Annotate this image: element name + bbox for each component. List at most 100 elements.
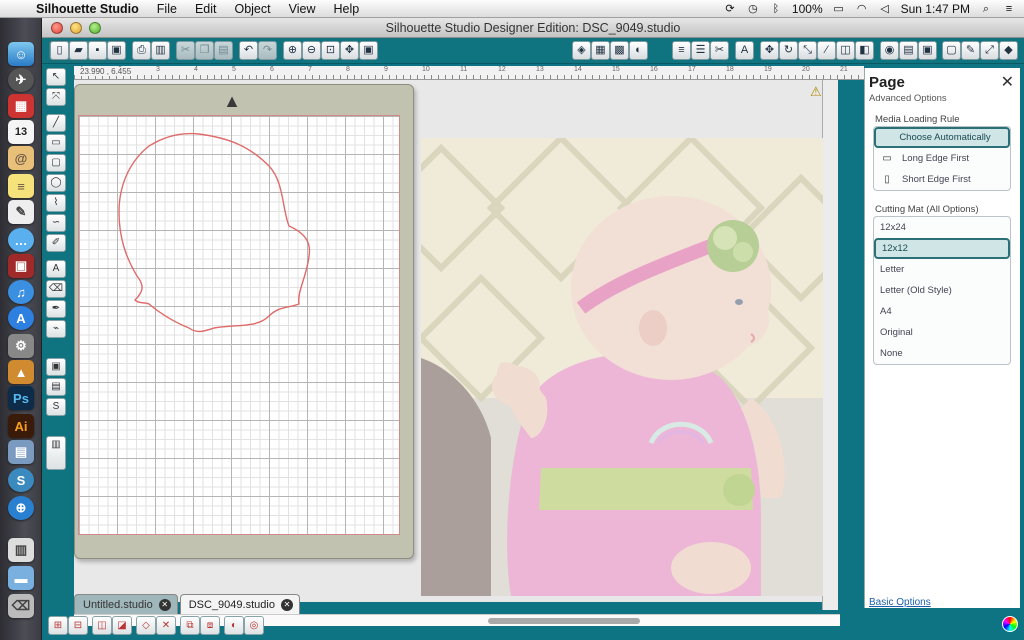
close-tab-icon[interactable]: ✕: [280, 598, 293, 611]
menu-edit[interactable]: Edit: [186, 2, 226, 16]
undo-icon[interactable]: ↶: [239, 41, 258, 60]
notification-list-icon[interactable]: ≡: [1002, 3, 1016, 15]
line-style-icon[interactable]: ≡: [672, 41, 691, 60]
weld-icon[interactable]: ◇: [136, 616, 156, 635]
baby-photo[interactable]: [421, 138, 823, 596]
mat-option-12x24[interactable]: 12x24: [874, 217, 1010, 238]
battery-icon[interactable]: ▭: [832, 3, 846, 15]
modify-icon[interactable]: ◧: [855, 41, 874, 60]
system-preferences-icon[interactable]: ⚙: [8, 334, 34, 358]
cut-style-icon[interactable]: ✂: [710, 41, 729, 60]
photo-app-icon[interactable]: ▣: [8, 254, 34, 278]
basic-options-link[interactable]: Basic Options: [869, 597, 931, 608]
cut-shape[interactable]: [79, 116, 401, 536]
select-tool-icon[interactable]: ↖: [46, 68, 66, 86]
send-to-silhouette-icon[interactable]: ◆: [999, 41, 1018, 60]
fill-gradient-icon[interactable]: ▦: [591, 41, 610, 60]
cut-settings-icon[interactable]: ▢: [942, 41, 961, 60]
launchpad-icon[interactable]: ✈: [8, 68, 34, 92]
option-choose-automatically[interactable]: Choose Automatically: [874, 127, 1010, 148]
scale-icon[interactable]: ⤡: [798, 41, 817, 60]
mat-grid[interactable]: [78, 115, 400, 535]
registration-marks-icon[interactable]: ◎: [244, 616, 264, 635]
illustrator-icon[interactable]: Ai: [8, 414, 34, 438]
photoshop-icon[interactable]: Ps: [8, 386, 34, 410]
menu-clock[interactable]: Sun 1:47 PM: [901, 2, 970, 16]
preview-icon[interactable]: ▤: [8, 440, 34, 464]
panel-toggle-icon[interactable]: ▥: [46, 436, 66, 470]
release-compound-path-icon[interactable]: ◪: [112, 616, 132, 635]
release-icon[interactable]: ◐: [224, 616, 244, 635]
transform-icon[interactable]: ✥: [760, 41, 779, 60]
save-to-library-icon[interactable]: ▣: [107, 41, 126, 60]
zoom-in-icon[interactable]: ⊕: [283, 41, 302, 60]
window-close-button[interactable]: [51, 22, 63, 34]
mat-option-none[interactable]: None: [874, 343, 1010, 364]
close-panel-icon[interactable]: ✕: [1001, 72, 1014, 92]
freehand-tool-icon[interactable]: ✐: [46, 234, 66, 252]
fill-color-icon[interactable]: ◈: [572, 41, 591, 60]
make-compound-path-icon[interactable]: ◫: [92, 616, 112, 635]
spotlight-icon[interactable]: ⌕: [979, 3, 993, 15]
tab-dsc-9049[interactable]: DSC_9049.studio ✕: [179, 594, 300, 614]
zoom-select-icon[interactable]: ⊡: [321, 41, 340, 60]
rounded-rectangle-tool-icon[interactable]: ▢: [46, 154, 66, 172]
page-view-icon[interactable]: ▣: [46, 358, 66, 376]
time-machine-icon[interactable]: ◷: [746, 3, 760, 15]
option-short-edge-first[interactable]: ▯ Short Edge First: [874, 169, 1010, 190]
pan-icon[interactable]: ✥: [340, 41, 359, 60]
line-tool-icon[interactable]: ╱: [46, 114, 66, 132]
mat-option-12x12[interactable]: 12x12: [874, 238, 1010, 259]
iphoto-icon[interactable]: ▲: [8, 360, 34, 384]
knife-tool-icon[interactable]: ✒: [46, 300, 66, 318]
library-icon[interactable]: ▤: [46, 378, 66, 396]
edit-points-tool-icon[interactable]: ⤧: [46, 88, 66, 106]
safari-icon[interactable]: ⊕: [8, 496, 34, 520]
polygon-tool-icon[interactable]: ⌇: [46, 194, 66, 212]
menu-file[interactable]: File: [148, 2, 186, 16]
menu-app-name[interactable]: Silhouette Studio: [30, 2, 148, 16]
paste-icon[interactable]: ▤: [214, 41, 233, 60]
save-icon[interactable]: ▪: [88, 41, 107, 60]
design-workspace[interactable]: ▲ ⚠: [74, 80, 823, 602]
menu-object[interactable]: Object: [225, 2, 279, 16]
documents-folder-icon[interactable]: ▬: [8, 566, 34, 590]
mat-option-a4[interactable]: A4: [874, 301, 1010, 322]
calendar-icon[interactable]: 13: [8, 120, 34, 144]
mat-option-letter-old-style[interactable]: Letter (Old Style): [874, 280, 1010, 301]
page-settings-icon[interactable]: ▣: [918, 41, 937, 60]
send-backward-icon[interactable]: ⧈: [200, 616, 220, 635]
messages-icon[interactable]: …: [8, 228, 34, 252]
textedit-icon[interactable]: ✎: [8, 200, 34, 224]
line-color-icon[interactable]: ◐: [629, 41, 648, 60]
tab-untitled[interactable]: Untitled.studio ✕: [74, 594, 178, 614]
trace-icon[interactable]: ▤: [899, 41, 918, 60]
cut-icon[interactable]: ✂: [176, 41, 195, 60]
menu-help[interactable]: Help: [325, 2, 369, 16]
online-store-icon[interactable]: S: [46, 398, 66, 416]
text-style-icon[interactable]: A: [735, 41, 754, 60]
sync-icon[interactable]: ⟳: [723, 3, 737, 15]
option-long-edge-first[interactable]: ▭ Long Edge First: [874, 148, 1010, 169]
app-store-icon[interactable]: A: [8, 306, 34, 330]
curve-tool-icon[interactable]: ∽: [46, 214, 66, 232]
fit-to-page-icon[interactable]: ▣: [359, 41, 378, 60]
rotate-icon[interactable]: ↻: [779, 41, 798, 60]
eyedropper-tool-icon[interactable]: ⌁: [46, 320, 66, 338]
bring-forward-icon[interactable]: ⧉: [180, 616, 200, 635]
redo-icon[interactable]: ↷: [258, 41, 277, 60]
offset-icon[interactable]: ◉: [880, 41, 899, 60]
warning-icon[interactable]: ⚠: [810, 84, 822, 100]
window-minimize-button[interactable]: [70, 22, 82, 34]
copy-icon[interactable]: ❐: [195, 41, 214, 60]
bluetooth-icon[interactable]: ᛒ: [769, 3, 783, 15]
volume-icon[interactable]: ◁: [878, 3, 892, 15]
zoom-out-icon[interactable]: ⊖: [302, 41, 321, 60]
notes-icon[interactable]: ≡: [8, 174, 34, 198]
print-icon[interactable]: ⎙: [132, 41, 151, 60]
shear-icon[interactable]: ⁄: [817, 41, 836, 60]
mat-option-letter[interactable]: Letter: [874, 259, 1010, 280]
ellipse-tool-icon[interactable]: ◯: [46, 174, 66, 192]
delete-icon[interactable]: ✕: [156, 616, 176, 635]
wifi-icon[interactable]: ◠: [855, 3, 869, 15]
